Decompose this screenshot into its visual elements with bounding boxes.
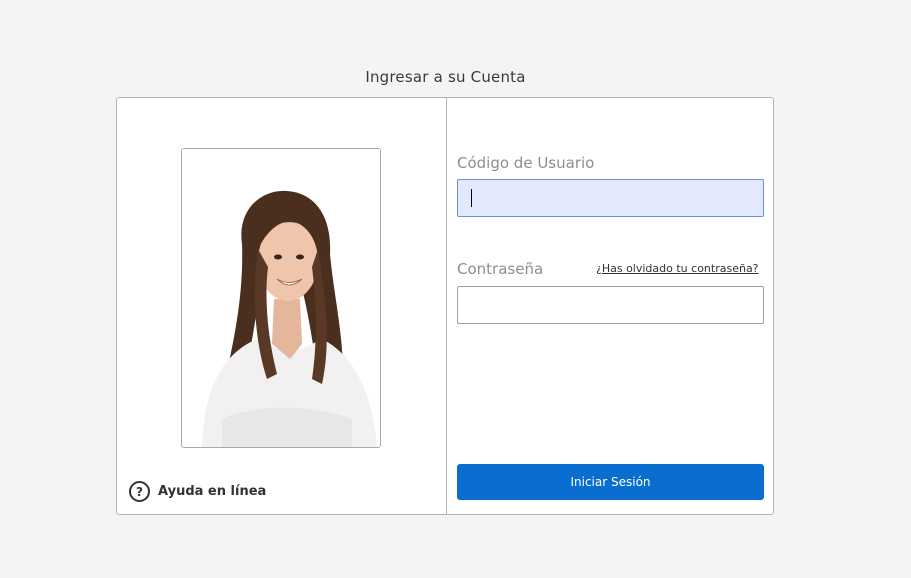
login-card: ? Ayuda en línea Código de Usuario Contr… bbox=[116, 97, 774, 515]
password-label: Contraseña bbox=[457, 260, 544, 278]
card-divider bbox=[446, 98, 447, 514]
online-help-label: Ayuda en línea bbox=[158, 484, 267, 499]
person-photo-illustration bbox=[182, 149, 380, 447]
password-input[interactable] bbox=[457, 286, 764, 324]
text-caret bbox=[471, 189, 472, 207]
online-help-link[interactable]: ? Ayuda en línea bbox=[129, 481, 266, 502]
username-input[interactable] bbox=[457, 179, 764, 217]
page-title: Ingresar a su Cuenta bbox=[365, 68, 526, 86]
forgot-password-link[interactable]: ¿Has olvidado tu contraseña? bbox=[596, 262, 759, 275]
username-label: Código de Usuario bbox=[457, 154, 595, 172]
login-button[interactable]: Iniciar Sesión bbox=[457, 464, 764, 500]
user-photo bbox=[181, 148, 381, 448]
question-circle-icon: ? bbox=[129, 481, 150, 502]
